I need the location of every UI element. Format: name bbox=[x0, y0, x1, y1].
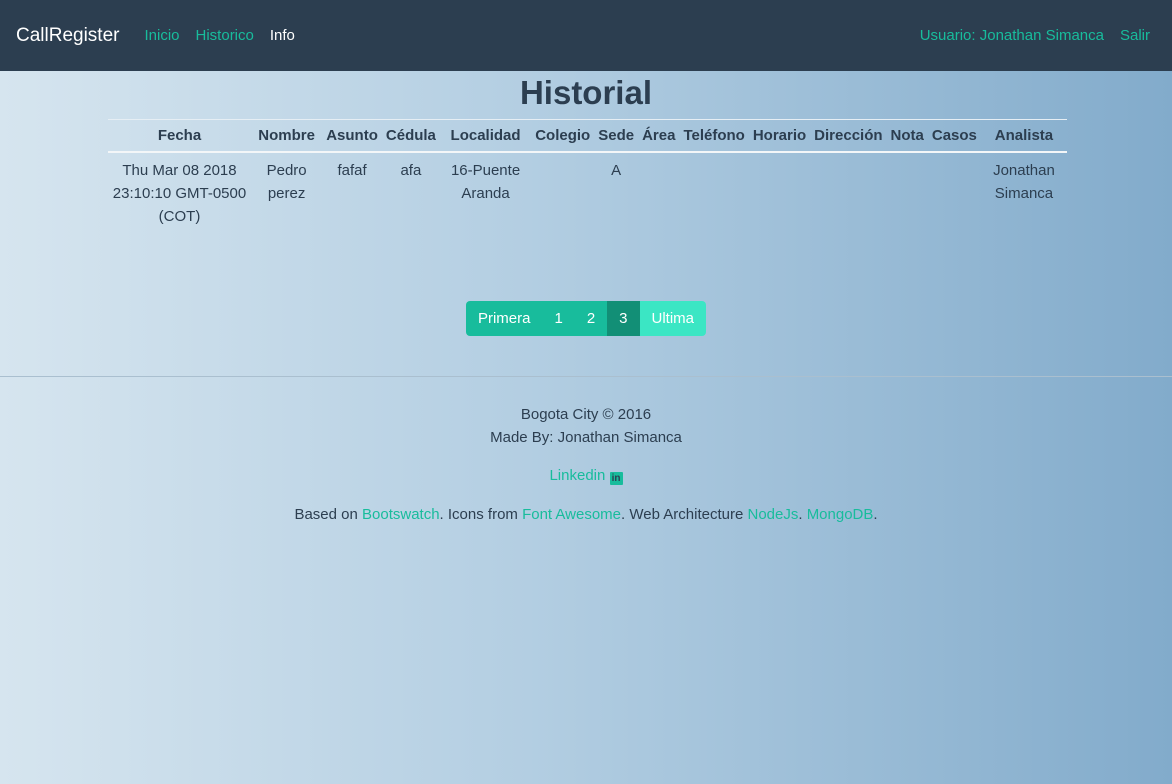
header-localidad: Localidad bbox=[439, 119, 532, 153]
footer: Bogota City © 2016 Made By: Jonathan Sim… bbox=[0, 377, 1172, 526]
table-row: Thu Mar 08 2018 23:10:10 GMT-0500 (COT) … bbox=[108, 152, 1067, 234]
footer-linkedin-row: Linkedin in bbox=[0, 464, 1172, 487]
cell-nombre: Pedro perez bbox=[266, 162, 307, 202]
cell-direccion bbox=[810, 152, 886, 234]
cell-telefono bbox=[679, 152, 748, 234]
header-analista: Analista bbox=[980, 119, 1067, 153]
pagination-page-2[interactable]: 2 bbox=[574, 301, 608, 336]
linkedin-label: Linkedin bbox=[549, 467, 606, 484]
nav-info[interactable]: Info bbox=[270, 27, 295, 44]
credits-web-arch: . Web Architecture bbox=[621, 506, 748, 523]
header-nombre: Nombre bbox=[251, 119, 323, 153]
credits-based-on: Based on bbox=[294, 506, 362, 523]
bootswatch-link[interactable]: Bootswatch bbox=[362, 506, 440, 523]
header-casos: Casos bbox=[927, 119, 981, 153]
font-awesome-link[interactable]: Font Awesome bbox=[522, 506, 621, 523]
cell-localidad: 16-Puente Aranda bbox=[450, 162, 521, 202]
header-cedula: Cédula bbox=[381, 119, 440, 153]
navbar-right: Usuario: Jonathan Simanca Salir bbox=[904, 0, 1150, 71]
table-header-row: Fecha Nombre Asunto Cédula Localidad Col… bbox=[108, 119, 1067, 153]
header-area: Área bbox=[638, 119, 680, 153]
footer-author: Made By: Jonathan Simanca bbox=[490, 429, 682, 446]
logout-link[interactable]: Salir bbox=[1120, 27, 1150, 44]
pagination-last[interactable]: Ultima bbox=[639, 301, 707, 336]
brand-link[interactable]: CallRegister bbox=[16, 25, 119, 47]
pagination-page-1[interactable]: 1 bbox=[542, 301, 575, 336]
nav-inicio[interactable]: Inicio bbox=[144, 27, 179, 44]
cell-fecha: Thu Mar 08 2018 23:10:10 GMT-0500 (COT) bbox=[112, 162, 247, 225]
credits-sep: . bbox=[798, 506, 807, 523]
header-nota: Nota bbox=[886, 119, 928, 153]
cell-area bbox=[638, 152, 679, 234]
header-colegio: Colegio bbox=[531, 119, 595, 153]
cell-nota bbox=[887, 152, 928, 234]
credits-icons-from: . Icons from bbox=[439, 506, 523, 523]
page-title: Historial bbox=[519, 74, 653, 111]
pagination-page-3[interactable]: 3 bbox=[607, 301, 640, 336]
header-sede: Sede bbox=[594, 119, 639, 153]
nav-historico[interactable]: Historico bbox=[196, 27, 254, 44]
header-horario: Horario bbox=[748, 119, 811, 153]
cell-sede: A bbox=[611, 162, 622, 179]
nodejs-link[interactable]: NodeJs bbox=[747, 506, 798, 523]
header-direccion: Dirección bbox=[810, 119, 887, 153]
header-fecha: Fecha bbox=[108, 119, 251, 153]
header-telefono: Teléfono bbox=[679, 119, 749, 153]
pagination: Primera 1 2 3 Ultima bbox=[0, 301, 1172, 336]
footer-credits: Based on Bootswatch. Icons from Font Awe… bbox=[0, 503, 1172, 526]
cell-cedula: afa bbox=[400, 162, 422, 179]
history-table: Fecha Nombre Asunto Cédula Localidad Col… bbox=[108, 119, 1067, 234]
linkedin-icon: in bbox=[609, 472, 623, 485]
user-link[interactable]: Usuario: Jonathan Simanca bbox=[920, 27, 1104, 44]
credits-end: . bbox=[873, 506, 878, 523]
cell-asunto: fafaf bbox=[337, 162, 367, 179]
navbar: CallRegister Inicio Historico Info Usuar… bbox=[0, 0, 1172, 71]
mongodb-link[interactable]: MongoDB bbox=[807, 506, 874, 523]
cell-casos bbox=[928, 152, 981, 234]
footer-location: Bogota City © 2016 bbox=[520, 406, 652, 423]
cell-colegio bbox=[531, 152, 594, 234]
cell-horario bbox=[749, 152, 810, 234]
cell-analista: Jonathan Simanca bbox=[993, 162, 1055, 202]
pagination-first[interactable]: Primera bbox=[465, 301, 543, 336]
linkedin-link[interactable]: Linkedin in bbox=[549, 467, 623, 485]
history-table-wrapper: Fecha Nombre Asunto Cédula Localidad Col… bbox=[108, 119, 1067, 234]
header-asunto: Asunto bbox=[322, 119, 382, 153]
